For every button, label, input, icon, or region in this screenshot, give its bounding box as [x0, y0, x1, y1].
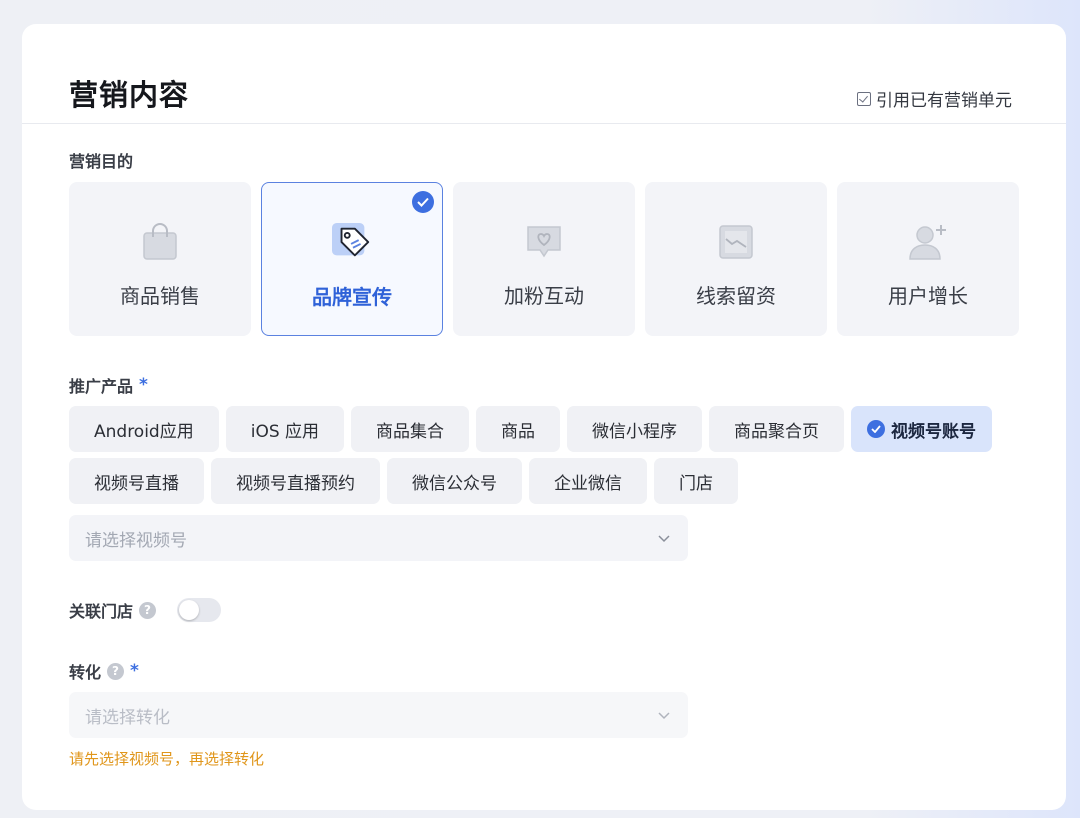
required-mark: *: [139, 375, 148, 395]
heart-chat-icon: [524, 222, 564, 262]
store-label-text: 关联门店: [69, 602, 134, 621]
chip-label: 商品集合: [376, 421, 445, 442]
marketing-content-card: 营销内容 引用已有营销单元 营销目的 商品销售 品牌宣传 加粉互动 线索留资 用…: [22, 24, 1066, 810]
check-icon: [867, 420, 886, 438]
goal-option-fan-interaction[interactable]: 加粉互动: [453, 182, 635, 336]
chip-label: 商品: [501, 421, 536, 442]
conversion-select[interactable]: 请选择转化: [69, 692, 688, 738]
chip-label: Android应用: [94, 421, 194, 442]
goal-label: 线索留资: [696, 284, 776, 308]
conversion-warning: 请先选择视频号，再选择转化: [69, 750, 265, 768]
goal-label: 品牌宣传: [312, 285, 392, 309]
image-form-icon: [716, 222, 756, 262]
chip-product[interactable]: 商品: [476, 406, 561, 452]
chip-mini-program[interactable]: 微信小程序: [567, 406, 703, 452]
goal-label: 用户增长: [888, 284, 968, 308]
chip-label: 微信公众号: [412, 473, 497, 494]
conversion-label-text: 转化: [69, 663, 102, 682]
reference-existing-unit-link[interactable]: 引用已有营销单元: [857, 86, 1012, 111]
help-icon[interactable]: ?: [107, 662, 125, 680]
chip-label: 视频号直播预约: [236, 473, 355, 494]
chip-android-app[interactable]: Android应用: [69, 406, 219, 452]
chevron-down-icon: [658, 535, 670, 543]
required-mark: *: [130, 661, 139, 681]
chevron-down-icon: [658, 712, 670, 720]
product-section-label: 推广产品 *: [69, 373, 148, 397]
chip-label: 门店: [679, 473, 713, 494]
channels-account-select[interactable]: 请选择视频号: [69, 515, 688, 561]
goal-option-brand-promotion[interactable]: 品牌宣传: [261, 182, 443, 336]
check-icon: [412, 191, 434, 213]
goal-label: 商品销售: [120, 284, 200, 308]
chip-product-aggregation-page[interactable]: 商品聚合页: [709, 406, 845, 452]
link-store-toggle[interactable]: [177, 598, 221, 622]
checkbox-icon: [857, 91, 871, 106]
store-section-label: 关联门店 ?: [69, 598, 157, 622]
chip-label: 企业微信: [554, 473, 622, 494]
page-title: 营销内容: [69, 78, 190, 112]
help-icon[interactable]: ?: [139, 601, 157, 619]
chip-label: 视频号直播: [94, 473, 179, 494]
add-user-icon: [908, 222, 948, 262]
select-placeholder: 请选择转化: [85, 707, 170, 728]
chip-ios-app[interactable]: iOS 应用: [225, 406, 345, 452]
chip-channels-live[interactable]: 视频号直播: [69, 458, 204, 504]
chip-label: 微信小程序: [592, 421, 678, 442]
chip-product-collection[interactable]: 商品集合: [351, 406, 470, 452]
chip-label: iOS 应用: [250, 421, 320, 442]
toggle-knob: [179, 600, 199, 620]
goal-option-product-sales[interactable]: 商品销售: [69, 182, 251, 336]
brand-tag-icon: [332, 223, 372, 263]
goal-options: 商品销售 品牌宣传 加粉互动 线索留资 用户增长: [69, 182, 1019, 336]
product-chips: Android应用 iOS 应用 商品集合 商品 微信小程序 商品聚合页 视频号…: [69, 406, 1029, 504]
goal-section-label: 营销目的: [69, 148, 133, 172]
chip-label: 视频号账号: [891, 421, 977, 442]
goal-option-user-growth[interactable]: 用户增长: [837, 182, 1019, 336]
chip-wecom[interactable]: 企业微信: [529, 458, 647, 504]
chip-store[interactable]: 门店: [654, 458, 738, 504]
chip-label: 商品聚合页: [734, 421, 820, 442]
goal-label-text: 营销目的: [69, 152, 134, 171]
select-placeholder: 请选择视频号: [85, 530, 187, 551]
reference-link-label: 引用已有营销单元: [876, 91, 1012, 111]
goal-label: 加粉互动: [504, 284, 584, 308]
chip-official-account[interactable]: 微信公众号: [387, 458, 522, 504]
product-label-text: 推广产品: [69, 377, 134, 396]
conversion-section-label: 转化 ? *: [69, 659, 139, 683]
card-header: 营销内容 引用已有营销单元: [22, 24, 1066, 124]
goal-option-lead-collection[interactable]: 线索留资: [645, 182, 827, 336]
chip-channels-account[interactable]: 视频号账号: [851, 406, 993, 452]
chip-channels-live-reservation[interactable]: 视频号直播预约: [211, 458, 380, 504]
shopping-bag-icon: [140, 222, 180, 262]
